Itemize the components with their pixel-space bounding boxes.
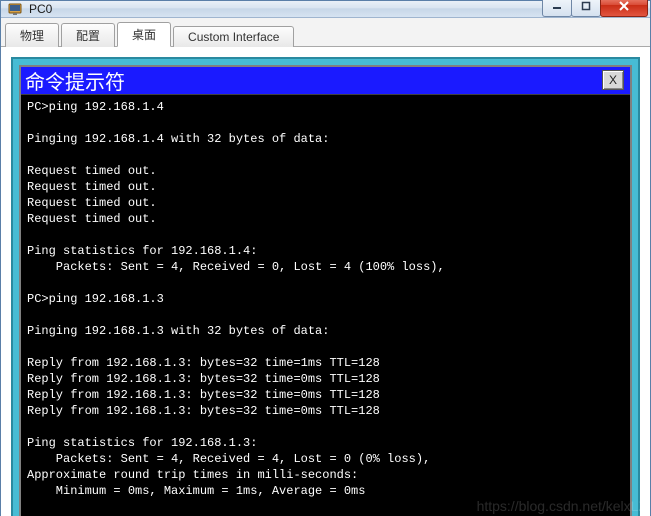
window-buttons bbox=[543, 0, 650, 16]
minimize-button[interactable] bbox=[542, 0, 572, 17]
tab-config[interactable]: 配置 bbox=[61, 23, 115, 47]
app-window: PC0 物理 配置 桌面 Custom Interface 命令提示符 X bbox=[0, 0, 651, 516]
content-area: 命令提示符 X PC>ping 192.168.1.4 Pinging 192.… bbox=[1, 47, 650, 516]
terminal-title: 命令提示符 bbox=[25, 66, 125, 95]
tab-physical[interactable]: 物理 bbox=[5, 23, 59, 47]
maximize-button[interactable] bbox=[571, 0, 601, 17]
terminal-close-button[interactable]: X bbox=[602, 70, 624, 90]
tab-desktop[interactable]: 桌面 bbox=[117, 22, 171, 47]
terminal-body[interactable]: PC>ping 192.168.1.4 Pinging 192.168.1.4 … bbox=[21, 95, 630, 516]
desktop-frame: 命令提示符 X PC>ping 192.168.1.4 Pinging 192.… bbox=[11, 57, 640, 516]
window-title: PC0 bbox=[29, 2, 543, 16]
tab-custom-interface[interactable]: Custom Interface bbox=[173, 26, 294, 47]
app-icon bbox=[7, 1, 23, 17]
terminal-titlebar: 命令提示符 X bbox=[21, 67, 630, 95]
titlebar: PC0 bbox=[1, 1, 650, 18]
close-button[interactable] bbox=[600, 0, 648, 17]
tab-bar: 物理 配置 桌面 Custom Interface bbox=[1, 18, 650, 47]
terminal-window: 命令提示符 X PC>ping 192.168.1.4 Pinging 192.… bbox=[19, 65, 632, 516]
